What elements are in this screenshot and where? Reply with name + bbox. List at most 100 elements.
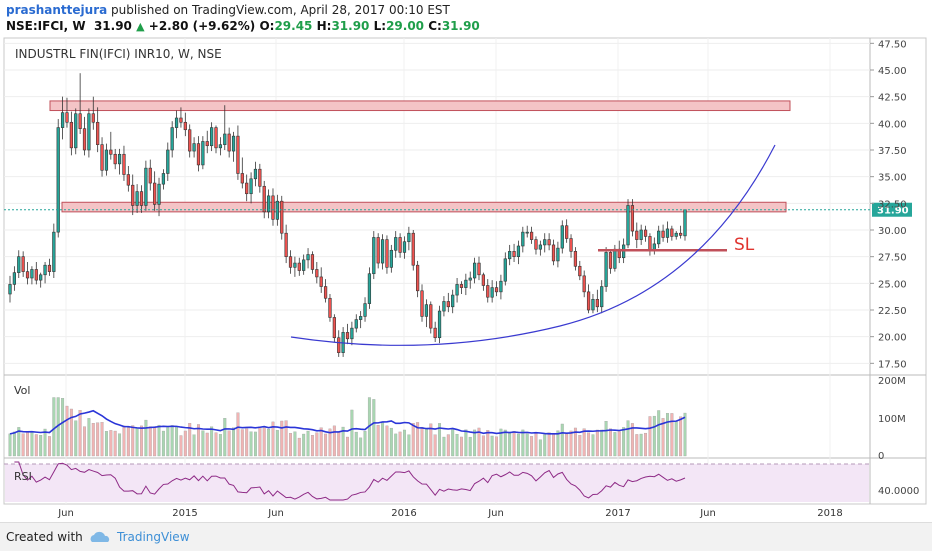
volume-bar [464,429,468,457]
price-tick-label: 40.00 [878,119,907,130]
candle-body [223,133,227,145]
volume-tick-label: 0 [878,451,884,462]
rsi-tick-label: 40.0000 [878,486,919,497]
price-tick-label: 27.50 [878,253,907,264]
candle-body [608,252,613,269]
open-value: 29.45 [274,19,313,33]
volume-bar [236,412,240,457]
volume-bar [267,428,271,457]
volume-bar [118,433,122,457]
volume-bar [126,427,130,457]
volume-label: Vol [14,384,30,397]
volume-bar [258,426,262,457]
candle-body [411,232,415,266]
candle-body [174,117,179,128]
volume-bar [591,434,595,457]
volume-bar [578,435,582,457]
volume-bar [442,436,446,457]
candle-body [472,262,477,279]
candle-body [665,228,670,238]
candle-body [350,327,354,340]
volume-bar [337,431,341,457]
candle-body [249,178,253,195]
candle-body [499,280,503,293]
candle-body [166,149,170,174]
price-tick-label: 42.50 [878,93,907,104]
candle-body [104,149,109,171]
volume-bar [381,422,385,457]
volume-bar [87,418,91,457]
price-chart[interactable]: 31.90 47.5045.0042.5040.0037.5035.0032.5… [0,36,932,522]
high-label: H: [316,19,332,33]
candle-body [578,265,582,277]
volume-bar [363,431,367,457]
candle-body [573,251,578,267]
candle-body [122,153,126,175]
candle-body [231,135,236,152]
candle-body [100,144,104,171]
volume-bar [262,427,266,457]
candle-body [481,274,485,286]
candle-body [380,239,385,264]
candle-body [679,232,683,236]
candle-body [328,297,332,318]
candle-body [459,284,464,288]
volume-bar [565,433,569,457]
volume-bar [232,427,236,457]
volume-bar [490,435,494,457]
candle-body [359,316,363,320]
candle-body [591,299,595,311]
volume-bar [552,433,555,457]
rsi-label: RSI [14,470,32,483]
volume-bar [547,432,551,457]
candle-body [227,133,231,152]
up-arrow-icon: ▲ [136,20,145,33]
candle-body [455,284,459,296]
volume-bar [223,418,227,457]
volume-bar [582,428,586,457]
candle-body [345,332,350,340]
candle-body [170,127,174,151]
volume-bar [144,419,148,457]
volume-bar [240,429,244,457]
candle-body [144,167,148,206]
volume-bar [148,426,152,457]
candle-body [416,264,420,292]
candle-body [214,127,218,149]
candle-body [196,143,201,166]
tradingview-brand-link[interactable]: TradingView [117,530,190,544]
candle-body [148,167,152,184]
candle-body [648,236,652,251]
volume-bar [96,422,100,457]
volume-bar [674,421,678,457]
quote-line: NSE:IFCI, W 31.90 ▲ +2.80 (+9.62%) O:29.… [6,19,480,33]
candle-body [367,273,372,304]
volume-bar [315,432,319,457]
volume-bar [183,430,187,457]
candle-body [323,286,328,299]
time-tick-label: Jun [699,508,716,519]
candle-body [253,168,258,180]
rsi-pane [4,461,870,502]
candle-body [332,317,336,339]
candle-body [389,249,393,268]
volume-bar [74,420,78,457]
volume-tick-label: 100M [878,414,906,425]
candle-body [613,248,617,269]
candle-body [468,277,472,281]
volume-bar [113,430,117,457]
candle-body [674,232,678,237]
volume-bar [210,426,214,457]
candle-body [109,149,113,155]
volume-bar [214,432,218,457]
volume-bar [289,433,292,457]
volume-bar [122,425,126,457]
author-link[interactable]: prashanttejura [6,3,107,17]
volume-bar [530,436,534,457]
price-tick-label: 32.50 [878,199,907,210]
candle-body [201,141,205,166]
candle-body [87,113,91,151]
volume-bar [310,435,314,457]
candle-body [310,254,315,270]
candle-body [372,237,376,275]
